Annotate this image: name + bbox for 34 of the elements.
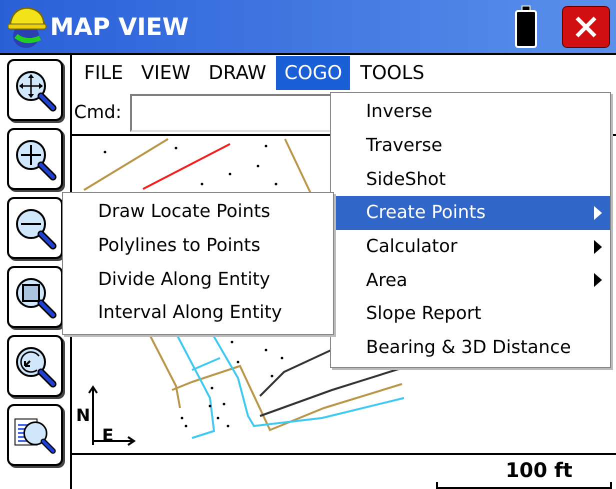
menu-item[interactable]: TOOLS	[352, 56, 432, 90]
menu-item[interactable]: Slope Report	[331, 297, 610, 331]
menu-item[interactable]: Bearing & 3D Distance	[331, 330, 610, 364]
menu-item[interactable]: Traverse	[331, 128, 610, 162]
close-icon	[574, 14, 598, 38]
magnifier-curved-arrow-icon	[13, 344, 57, 388]
zoom-out-icon	[13, 206, 57, 250]
menu-item[interactable]: Area	[331, 263, 610, 298]
zoom-previous-button[interactable]	[7, 335, 63, 397]
menu-item[interactable]: VIEW	[133, 56, 199, 90]
magnifier-arrows-icon	[13, 68, 57, 112]
zoom-extents-button[interactable]	[7, 59, 63, 121]
zoom-window-button[interactable]	[7, 266, 63, 328]
north-label: N	[76, 407, 90, 425]
scale-label: 100 ft	[504, 458, 572, 482]
menu-item[interactable]: Interval Along Entity	[63, 296, 333, 330]
menu-item[interactable]: Inverse	[331, 95, 610, 129]
magnifier-square-icon	[13, 275, 57, 319]
zoom-in-button[interactable]	[7, 128, 63, 190]
command-label: Cmd:	[74, 101, 122, 125]
menu-item[interactable]: COGO	[276, 56, 350, 90]
menu-item[interactable]: Polylines to Points	[63, 228, 333, 262]
menu-item[interactable]: FILE	[76, 56, 132, 90]
close-button[interactable]	[562, 6, 610, 48]
menu-item[interactable]: DRAW	[200, 56, 274, 90]
zoom-scale-button[interactable]	[7, 404, 63, 466]
zoom-in-icon	[13, 137, 57, 181]
menu-item[interactable]: Divide Along Entity	[63, 262, 333, 296]
menu-item[interactable]: Calculator	[331, 230, 610, 264]
menu-item[interactable]: Draw Locate Points	[63, 195, 333, 229]
window-title: MAP VIEW	[50, 12, 189, 42]
menu-item[interactable]: SideShot	[331, 162, 610, 196]
battery-icon	[514, 4, 538, 48]
zoom-out-button[interactable]	[7, 197, 63, 259]
